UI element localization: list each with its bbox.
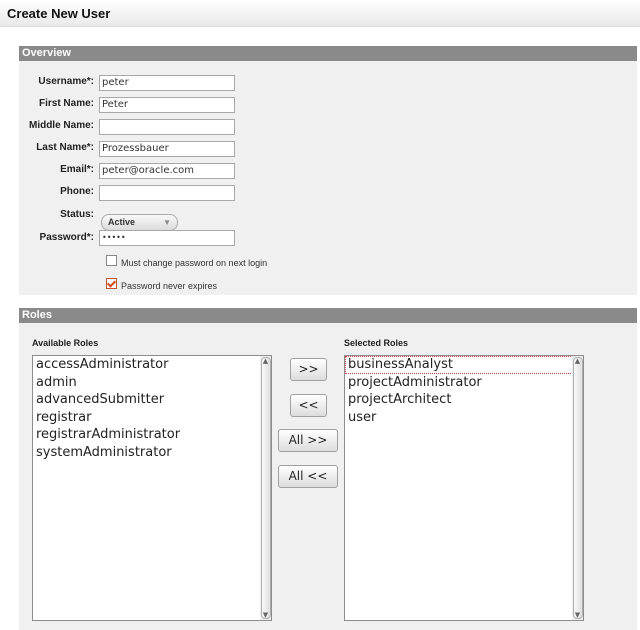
list-item[interactable]: businessAnalyst <box>345 356 583 374</box>
overview-header: Overview <box>19 46 637 61</box>
list-item[interactable]: registrarAdministrator <box>33 426 271 444</box>
overview-panel: Overview Username*: peter First Name: Pe… <box>19 46 637 295</box>
username-label: Username*: <box>38 76 94 87</box>
page-title: Create New User <box>7 6 111 21</box>
phone-field[interactable] <box>99 185 235 201</box>
password-field[interactable]: ••••• <box>99 230 235 246</box>
list-item[interactable]: accessAdministrator <box>33 356 271 374</box>
phone-label: Phone: <box>60 186 94 197</box>
first-name-label: First Name: <box>38 98 94 109</box>
scroll-down-icon[interactable]: ▼ <box>573 611 582 619</box>
must-change-password-label: Must change password on next login <box>121 258 268 268</box>
list-item[interactable]: projectAdministrator <box>345 374 583 392</box>
password-never-expires-label: Password never expires <box>121 281 218 291</box>
must-change-password-checkbox[interactable] <box>106 255 117 266</box>
roles-panel: Roles Available Roles Selected Roles acc… <box>19 308 637 630</box>
available-roles-list[interactable]: accessAdministrator admin advancedSubmit… <box>32 355 272 621</box>
scroll-up-icon[interactable]: ▲ <box>261 357 270 365</box>
status-label: Status: <box>60 209 94 220</box>
email-label: Email*: <box>60 164 94 175</box>
remove-role-button[interactable]: << <box>290 394 327 417</box>
first-name-field[interactable]: Peter <box>99 97 235 113</box>
status-value: Active <box>108 217 136 227</box>
last-name-label: Last Name*: <box>36 142 94 153</box>
list-item[interactable]: admin <box>33 374 271 392</box>
middle-name-field[interactable] <box>99 119 235 135</box>
selected-roles-list[interactable]: businessAnalyst projectAdministrator pro… <box>344 355 584 621</box>
scroll-down-icon[interactable]: ▼ <box>261 611 270 619</box>
email-field[interactable]: peter@oracle.com <box>99 163 235 179</box>
username-field[interactable]: peter <box>99 75 235 91</box>
list-item[interactable]: advancedSubmitter <box>33 391 271 409</box>
last-name-field[interactable]: Prozessbauer <box>99 141 235 157</box>
password-never-expires-checkbox[interactable] <box>106 278 117 289</box>
remove-all-roles-button[interactable]: All << <box>278 465 338 488</box>
roles-header: Roles <box>19 308 637 323</box>
scroll-thumb[interactable] <box>261 357 271 619</box>
list-item[interactable]: user <box>345 409 583 427</box>
password-label: Password*: <box>39 232 94 243</box>
scroll-up-icon[interactable]: ▲ <box>573 357 582 365</box>
status-select[interactable]: Active ▼ <box>101 214 178 231</box>
list-item[interactable]: systemAdministrator <box>33 444 271 462</box>
title-bar: Create New User <box>0 0 640 27</box>
selected-roles-scrollbar[interactable]: ▲ ▼ <box>572 356 583 620</box>
scroll-thumb[interactable] <box>573 357 583 619</box>
available-roles-label: Available Roles <box>32 338 99 348</box>
available-roles-scrollbar[interactable]: ▲ ▼ <box>260 356 271 620</box>
add-role-button[interactable]: >> <box>290 358 327 381</box>
add-all-roles-button[interactable]: All >> <box>278 429 338 452</box>
chevron-down-icon: ▼ <box>163 218 171 227</box>
list-item[interactable]: projectArchitect <box>345 391 583 409</box>
selected-roles-label: Selected Roles <box>344 338 409 348</box>
list-item[interactable]: registrar <box>33 409 271 427</box>
middle-name-label: Middle Name: <box>28 120 94 131</box>
